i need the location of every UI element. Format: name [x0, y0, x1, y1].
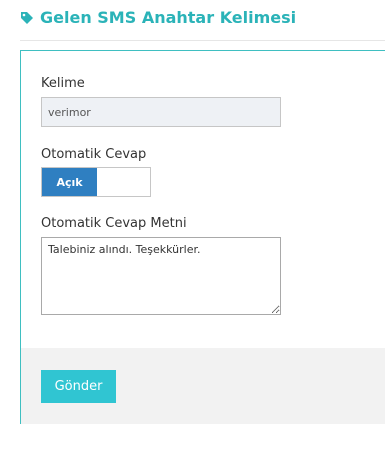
header-divider: [20, 40, 385, 41]
tag-icon: [20, 11, 34, 25]
auto-reply-text-label: Otomatik Cevap Metni: [41, 216, 187, 231]
page-header: Gelen SMS Anahtar Kelimesi: [20, 8, 296, 27]
toggle-on-state[interactable]: Açık: [42, 168, 97, 196]
auto-reply-label: Otomatik Cevap: [41, 147, 147, 162]
page-title: Gelen SMS Anahtar Kelimesi: [40, 8, 297, 27]
auto-reply-toggle[interactable]: Açık: [41, 167, 151, 197]
auto-reply-text-input[interactable]: Talebiniz alındı. Teşekkürler.: [41, 237, 281, 315]
keyword-input[interactable]: [41, 97, 281, 127]
keyword-label: Kelime: [41, 76, 85, 91]
form-panel: Kelime Otomatik Cevap Açık Otomatik Ceva…: [20, 50, 385, 424]
submit-button[interactable]: Gönder: [41, 370, 116, 403]
